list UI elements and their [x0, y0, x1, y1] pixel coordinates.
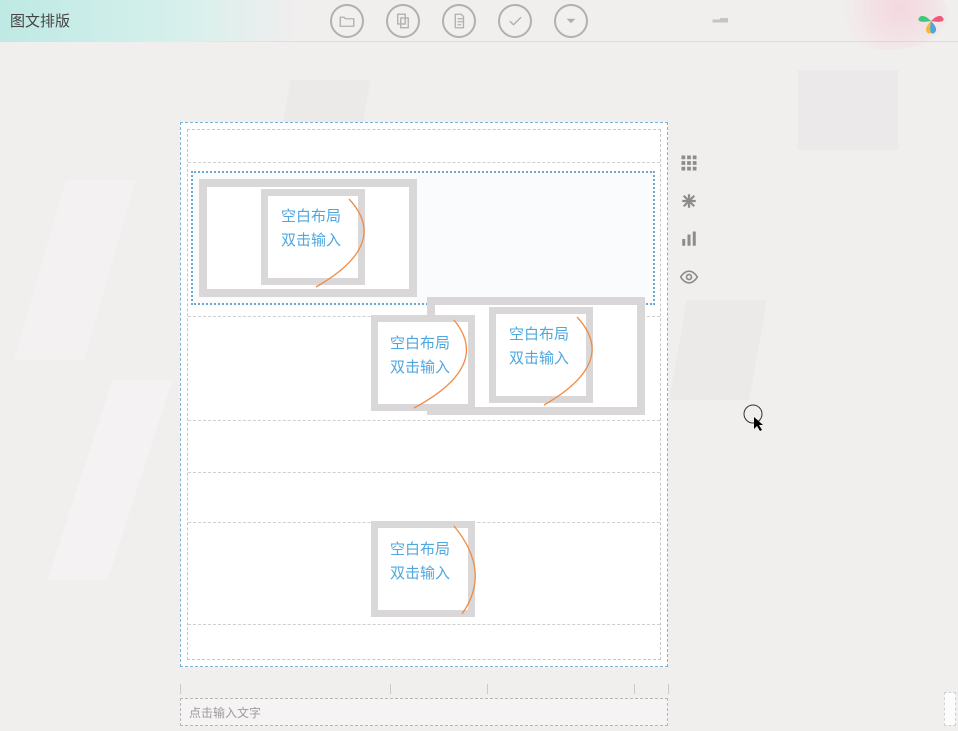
app-title: 图文排版 — [10, 10, 70, 31]
bg-decoration — [48, 380, 173, 580]
card-label-line1: 空白布局 — [509, 323, 569, 347]
corner-handle[interactable] — [944, 692, 956, 726]
asterisk-icon — [680, 192, 698, 210]
asterisk-button[interactable] — [678, 190, 700, 212]
ruler — [180, 684, 668, 696]
check-icon — [506, 12, 524, 30]
canvas[interactable]: 空白布局 双击输入 空白布局 双击输入 空白布局 双击输入 空白布局 双击输入 — [180, 122, 668, 667]
layout-card[interactable]: 空白布局 双击输入 — [371, 521, 475, 617]
document-button[interactable] — [442, 4, 476, 38]
caption-placeholder: 点击输入文字 — [189, 704, 261, 721]
guide-line — [188, 162, 660, 163]
chart-button[interactable] — [678, 228, 700, 250]
card-label-line1: 空白布局 — [390, 538, 450, 562]
bar-chart-icon — [680, 230, 698, 248]
card-label-line2: 双击输入 — [281, 229, 341, 253]
eye-icon — [679, 267, 699, 287]
folder-button[interactable] — [330, 4, 364, 38]
card-label-line1: 空白布局 — [281, 205, 341, 229]
folder-icon — [338, 12, 356, 30]
toolbar — [330, 4, 588, 38]
propeller-icon — [916, 6, 946, 36]
cursor-indicator — [742, 403, 766, 436]
bg-decoration — [798, 70, 898, 150]
card-label: 空白布局 双击输入 — [390, 538, 450, 586]
card-label: 空白布局 双击输入 — [509, 323, 569, 371]
card-label: 空白布局 双击输入 — [390, 332, 450, 380]
copy-icon — [394, 12, 412, 30]
chevron-down-icon — [562, 12, 580, 30]
grid-icon — [680, 154, 698, 172]
side-toolbar — [678, 152, 700, 288]
card-label-line2: 双击输入 — [390, 356, 450, 380]
dropdown-button[interactable] — [554, 4, 588, 38]
layout-card[interactable]: 空白布局 双击输入 — [199, 179, 417, 297]
check-button[interactable] — [498, 4, 532, 38]
header-faint-mark: ▂▃ — [713, 12, 728, 23]
guide-line — [188, 472, 660, 473]
app-logo[interactable] — [916, 6, 946, 41]
copy-button[interactable] — [386, 4, 420, 38]
card-label-line2: 双击输入 — [390, 562, 450, 586]
bg-decoration — [669, 300, 767, 400]
grid-button[interactable] — [678, 152, 700, 174]
document-icon — [450, 12, 468, 30]
card-label-line1: 空白布局 — [390, 332, 450, 356]
bg-decoration — [14, 180, 136, 360]
preview-button[interactable] — [678, 266, 700, 288]
header-bar: 图文排版 ▂▃ — [0, 0, 958, 42]
caption-input[interactable]: 点击输入文字 — [180, 698, 668, 726]
layout-card[interactable]: 空白布局 双击输入 — [371, 315, 475, 411]
guide-line — [188, 420, 660, 421]
card-label: 空白布局 双击输入 — [281, 205, 341, 253]
guide-line — [188, 624, 660, 625]
card-label-line2: 双击输入 — [509, 347, 569, 371]
